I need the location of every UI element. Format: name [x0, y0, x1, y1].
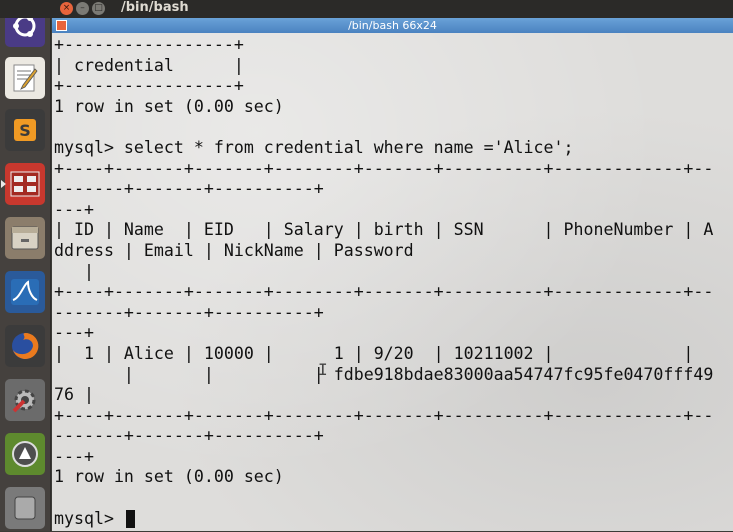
app-title: /bin/bash — [121, 0, 189, 15]
terminal-line: +----+-------+-------+--------+-------+-… — [54, 158, 714, 178]
terminal-output-area[interactable]: +-----------------+ | credential | +------… — [52, 33, 733, 531]
top-menu-bar: × – □ /bin/bash — [0, 0, 733, 18]
window-title: /bin/bash 66x24 — [348, 19, 437, 32]
block-cursor — [125, 509, 135, 528]
terminal-text: +-----------------+ | credential | +------… — [54, 35, 713, 529]
close-button[interactable]: × — [60, 2, 73, 15]
settings-icon[interactable] — [3, 376, 47, 424]
terminal-line: ---+ — [54, 323, 94, 343]
terminal-line: +----+-------+-------+--------+-------+-… — [54, 405, 714, 425]
maximize-button[interactable]: □ — [92, 2, 105, 15]
text-cursor-icon: I — [318, 360, 328, 379]
firefox-icon[interactable] — [3, 322, 47, 370]
terminal-line: +----+-------+-------+--------+-------+-… — [54, 282, 714, 302]
terminal-line: ---+ — [54, 199, 94, 219]
terminal-line: +-----------------+ — [54, 35, 244, 54]
terminal-line: mysql> select * from credential where na… — [54, 137, 574, 157]
terminal-line: | ID | Name | EID | Salary | birth | SSN… — [54, 220, 714, 240]
terminal-line: 1 row in set (0.00 sec) — [54, 96, 284, 116]
software-updater-icon[interactable] — [3, 430, 47, 478]
wireshark-icon[interactable] — [3, 268, 47, 316]
window-title-bar[interactable]: /bin/bash 66x24 — [52, 18, 733, 33]
terminal-line: | 1 | Alice | 10000 | 1 | 9/20 | 1021100… — [54, 343, 694, 363]
sublime-text-icon[interactable]: S — [3, 106, 47, 154]
minimize-button[interactable]: – — [76, 2, 89, 15]
storage-icon[interactable] — [3, 484, 47, 532]
text-editor-icon[interactable] — [3, 54, 47, 102]
svg-text:S: S — [19, 121, 31, 140]
terminal-line: ddress | Email | NickName | Password — [54, 240, 414, 260]
terminal-line: | credential | — [54, 55, 244, 75]
launcher: S — [0, 0, 51, 531]
terminal-line: -------+-------+----------+ — [54, 426, 324, 446]
shell-prompt: mysql> — [54, 508, 124, 528]
files-icon[interactable] — [3, 214, 47, 262]
terminal-window: /bin/bash 66x24 +-----------------+ | cre… — [52, 18, 733, 531]
terminal-line: 1 row in set (0.00 sec) — [54, 467, 284, 487]
window-controls: × – □ — [60, 2, 105, 15]
terminal-icon[interactable] — [1, 160, 47, 208]
terminal-line: 76 | — [54, 385, 94, 405]
terminal-line: | | | fdbe918bdae83000aa54747fc95fe0470f… — [54, 364, 714, 384]
terminal-line: | — [54, 261, 94, 281]
terminal-line: -------+-------+----------+ — [54, 179, 324, 199]
terminal-line: +-----------------+ — [54, 76, 244, 96]
prompt-line[interactable]: mysql> — [54, 509, 713, 530]
terminal-line: -------+-------+----------+ — [54, 302, 324, 322]
terminal-line: ---+ — [54, 446, 94, 466]
